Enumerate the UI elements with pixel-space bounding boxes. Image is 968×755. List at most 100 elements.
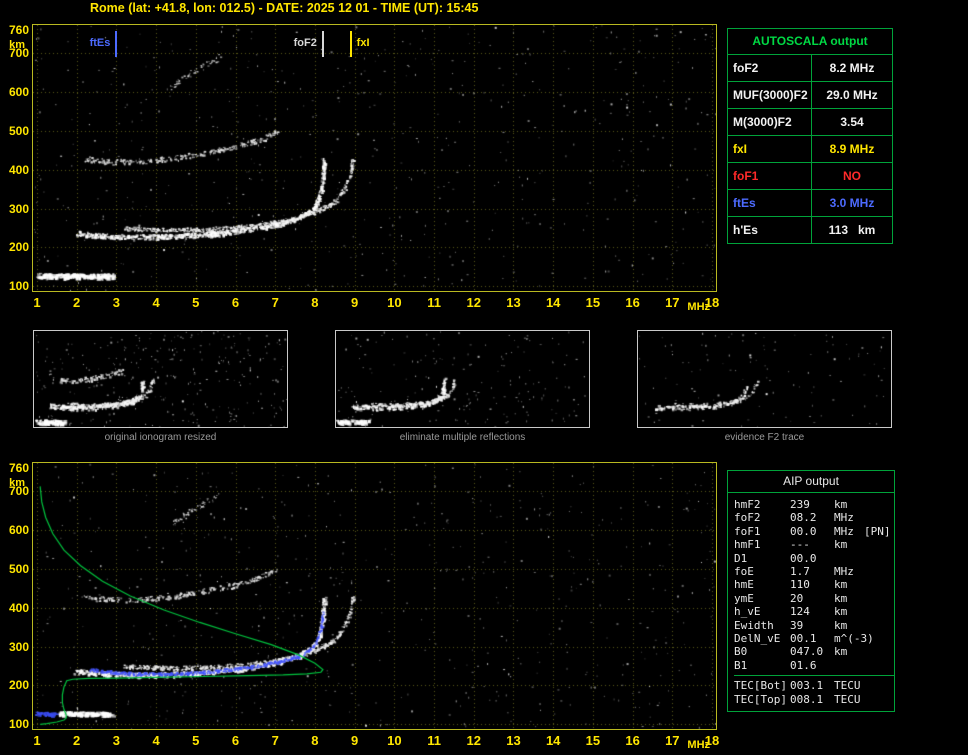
- foF2-marker-label: foF2: [293, 37, 317, 49]
- autoscala-row-label: MUF(3000)F2: [733, 88, 808, 102]
- thumbnail-caption-cleaned: eliminate multiple reflections: [399, 432, 526, 443]
- autoscala-row-label: h'Es: [733, 223, 758, 237]
- aip-label: hmF1: [734, 538, 761, 552]
- y-tick-label: 760: [8, 460, 29, 475]
- y-axis-unit: km: [9, 38, 25, 51]
- aip-unit: MHz: [834, 524, 854, 538]
- x-axis-unit: MHz: [687, 301, 711, 313]
- aip-label: foF2: [734, 511, 761, 525]
- thumbnail-f2-canvas: [637, 330, 892, 428]
- y-tick-label: 300: [8, 201, 29, 216]
- y-tick-label: 400: [8, 600, 29, 615]
- x-axis-unit: MHz: [687, 739, 711, 751]
- aip-value: 01.6: [790, 658, 817, 672]
- autoscala-table: AUTOSCALA output foF2 8.2 MHz MUF(3000)F2 2…: [727, 28, 893, 244]
- x-tick-label: 15: [585, 295, 601, 310]
- aip-row: D1 00.0: [734, 552, 894, 565]
- aip-label: TEC[Bot]: [734, 679, 787, 693]
- autoscala-row: h'Es 113 km: [728, 217, 892, 243]
- autoscala-row: foF1 NO: [728, 163, 892, 190]
- thumbnail-original-canvas: [33, 330, 288, 428]
- y-tick-label: 600: [8, 84, 29, 99]
- aip-value: 20: [790, 591, 804, 605]
- aip-value: 00.0: [790, 524, 817, 538]
- aip-value: 003.1: [790, 679, 824, 693]
- aip-row: Ewidth 39 km: [734, 619, 894, 632]
- aip-label: foE: [734, 565, 754, 579]
- autoscala-row-value: 3.54: [811, 109, 892, 135]
- x-tick-label: 17: [665, 733, 680, 748]
- aip-unit: km: [834, 538, 848, 552]
- aip-tec-divider: [734, 675, 894, 677]
- x-tick-label: 7: [271, 295, 279, 310]
- x-tick-label: 13: [506, 295, 521, 310]
- aip-row: hmF2 239 km: [734, 498, 894, 511]
- y-tick-label: 400: [8, 162, 29, 177]
- aip-unit: TECU: [834, 679, 861, 693]
- aip-unit: [834, 659, 864, 672]
- aip-label: foF1: [734, 524, 761, 538]
- autoscala-row-value: 113 km: [811, 217, 892, 243]
- x-tick-label: 10: [387, 733, 402, 748]
- autoscala-row-label: M(3000)F2: [733, 115, 792, 129]
- aip-unit: km: [834, 591, 848, 605]
- x-tick-label: 12: [466, 295, 481, 310]
- aip-value: 00.0: [790, 551, 817, 565]
- x-tick-label: 9: [351, 295, 359, 310]
- x-tick-label: 1: [33, 295, 41, 310]
- y-tick-label: 100: [8, 279, 29, 294]
- x-tick-label: 3: [112, 295, 120, 310]
- x-tick-label: 10: [387, 295, 402, 310]
- aip-table: AIP output hmF2 239 km foF2 08.2 MHz foF1 00.0 M…: [727, 470, 895, 713]
- aip-label: DelN_vE: [734, 632, 781, 646]
- aip-unit: km: [834, 578, 848, 592]
- aip-extra: [PN]: [864, 524, 891, 538]
- fxI-marker-line: [349, 31, 352, 57]
- aip-row: h_vE 124 km: [734, 605, 894, 618]
- y-tick-label: 200: [8, 240, 29, 255]
- y-tick-label: 760: [8, 22, 29, 37]
- aip-unit: m^(-3): [834, 632, 874, 646]
- aip-label: hmF2: [734, 498, 761, 511]
- autoscala-row-value: 8.2 MHz: [811, 55, 892, 81]
- x-tick-label: 15: [585, 733, 601, 748]
- aip-value: 00.1: [790, 632, 817, 646]
- x-tick-label: 4: [152, 295, 160, 310]
- autoscala-row: fxI 8.9 MHz: [728, 136, 892, 163]
- x-tick-label: 11: [427, 295, 441, 310]
- aip-table-header: AIP output: [728, 471, 894, 493]
- y-tick-label: 200: [8, 678, 29, 693]
- foF2-marker-line: [321, 31, 324, 57]
- aip-label: TEC[Top]: [734, 692, 787, 706]
- autoscala-row-value: 29.0 MHz: [811, 82, 892, 108]
- aip-label: h_vE: [734, 605, 761, 619]
- aip-label: B0: [734, 645, 748, 659]
- aip-label: D1: [734, 551, 748, 565]
- aip-unit: MHz: [834, 511, 854, 525]
- y-tick-label: 100: [8, 717, 29, 732]
- autoscala-row: foF2 8.2 MHz: [728, 55, 892, 82]
- x-tick-label: 2: [73, 733, 81, 748]
- autoscala-app: Rome (lat: +41.8, lon: 012.5) - DATE: 20…: [0, 0, 968, 755]
- aip-unit: MHz: [834, 565, 854, 579]
- autoscala-row-label: foF1: [733, 169, 759, 183]
- aip-value: 124: [790, 605, 810, 619]
- autoscala-row-value: NO: [811, 163, 892, 189]
- aip-value: 008.1: [790, 692, 824, 706]
- x-tick-label: 5: [192, 733, 200, 748]
- station-title: Rome (lat: +41.8, lon: 012.5) - DATE: 20…: [90, 1, 479, 15]
- x-tick-label: 5: [192, 295, 200, 310]
- aip-row: DelN_vE 00.1 m^(-3): [734, 632, 894, 645]
- autoscala-table-header: AUTOSCALA output: [728, 29, 892, 55]
- autoscala-row: MUF(3000)F2 29.0 MHz: [728, 82, 892, 109]
- x-tick-label: 4: [152, 733, 160, 748]
- y-axis-unit: km: [9, 476, 25, 489]
- thumbnail-cleaned-canvas: [335, 330, 590, 428]
- thumbnail-caption-original: original ionogram resized: [104, 432, 217, 443]
- aip-value: 239: [790, 498, 810, 511]
- y-tick-label: 500: [8, 123, 29, 138]
- aip-value: 110: [790, 578, 810, 592]
- x-tick-label: 11: [427, 733, 441, 748]
- aip-row: ymE 20 km: [734, 592, 894, 605]
- x-tick-label: 7: [271, 733, 279, 748]
